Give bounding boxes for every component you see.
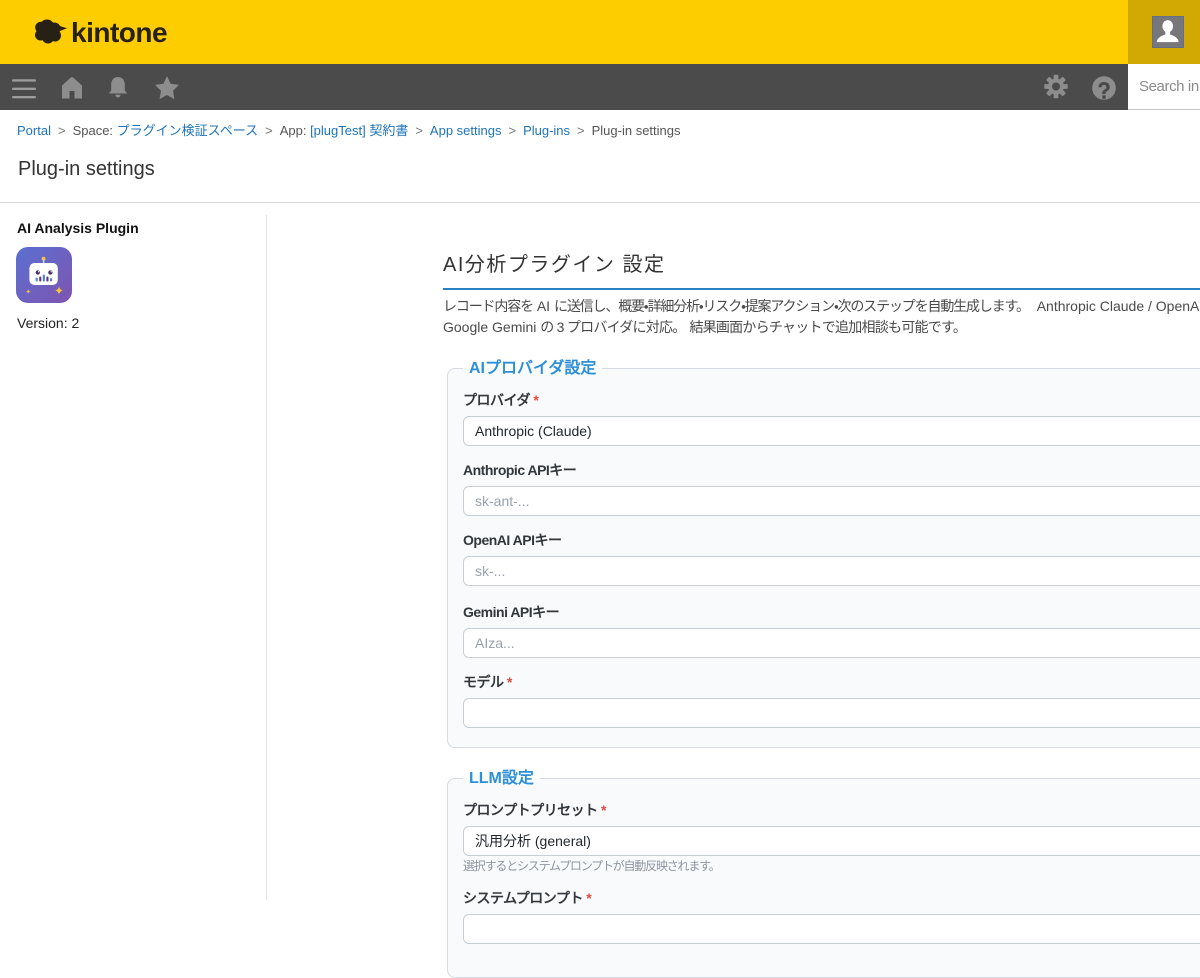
svg-text:kintone: kintone	[71, 19, 167, 47]
